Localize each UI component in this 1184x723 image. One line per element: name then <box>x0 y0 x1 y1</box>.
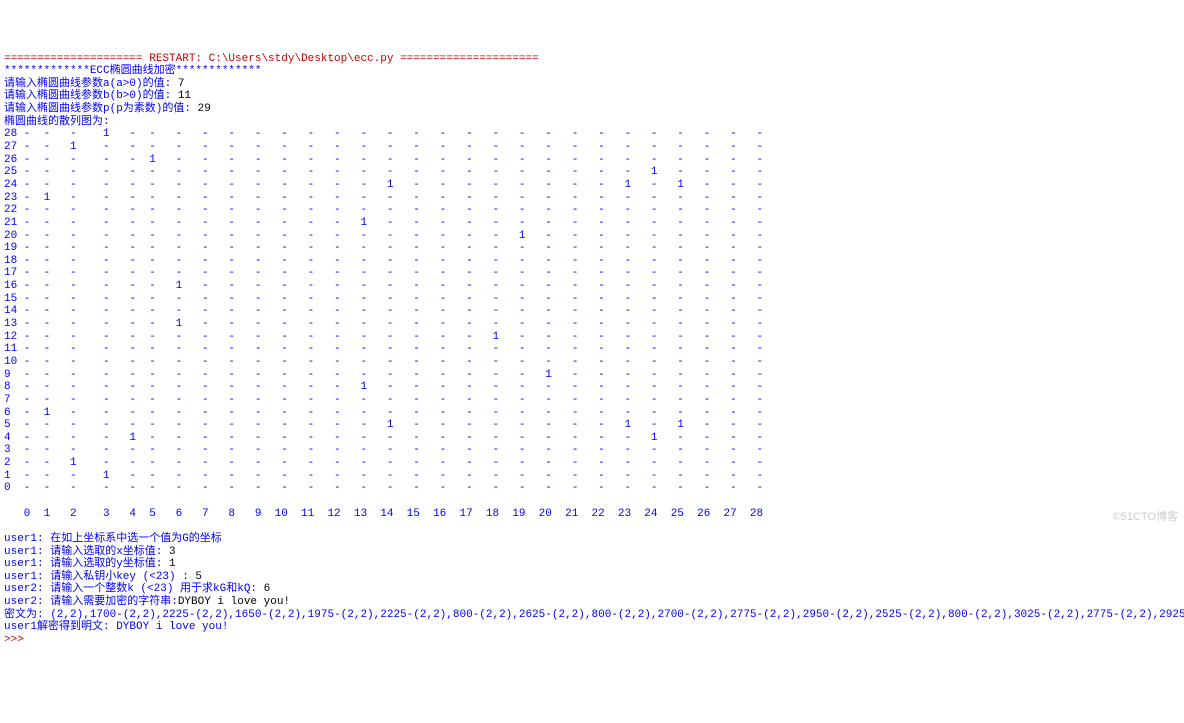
user1-y-val: 1 <box>169 558 176 570</box>
user1-x-val: 3 <box>169 546 176 558</box>
user1-key-prompt: user1: 请输入私钥小key (<23) : <box>4 571 195 583</box>
scatter-title: 椭圆曲线的散列图为: <box>4 116 110 128</box>
input-b: 11 <box>178 90 191 102</box>
scatter-row-6: 6 - 1 - - - - - - - - - - - - - - - - - … <box>4 407 763 419</box>
user1-choose-g: user1: 在如上坐标系中选一个值为G的坐标 <box>4 533 222 545</box>
scatter-row-3: 3 - - - - - - - - - - - - - - - - - - - … <box>4 444 763 456</box>
scatter-row-9: 9 - - - - - - - - - - - - - - - - - - - … <box>4 369 763 381</box>
user1-key-val: 5 <box>195 571 202 583</box>
python-idle-shell: ===================== RESTART: C:\Users\… <box>4 53 1180 647</box>
scatter-row-0: 0 - - - - - - - - - - - - - - - - - - - … <box>4 482 763 494</box>
input-p: 29 <box>198 103 211 115</box>
axis-spacer <box>4 495 11 507</box>
scatter-row-27: 27 - - 1 - - - - - - - - - - - - - - - -… <box>4 141 763 153</box>
user1-y-prompt: user1: 请输入选取的y坐标值: <box>4 558 169 570</box>
scatter-row-12: 12 - - - - - - - - - - - - - - - - - - 1… <box>4 331 763 343</box>
scatter-row-21: 21 - - - - - - - - - - - - - 1 - - - - -… <box>4 217 763 229</box>
prompt-b: 请输入椭圆曲线参数b(b>0)的值: <box>4 90 178 102</box>
prompt-p: 请输入椭圆曲线参数p(p为素数)的值: <box>4 103 198 115</box>
scatter-row-1: 1 - - - 1 - - - - - - - - - - - - - - - … <box>4 470 763 482</box>
scatter-row-2: 2 - - 1 - - - - - - - - - - - - - - - - … <box>4 457 763 469</box>
user1-x-prompt: user1: 请输入选取的x坐标值: <box>4 546 169 558</box>
scatter-row-4: 4 - - - - 1 - - - - - - - - - - - - - - … <box>4 432 763 444</box>
plain-output: user1解密得到明文: DYBOY i love you! <box>4 621 228 633</box>
idle-prompt[interactable]: >>> <box>4 634 30 646</box>
scatter-row-28: 28 - - - 1 - - - - - - - - - - - - - - -… <box>4 128 763 140</box>
user2-str-prompt: user2: 请输入需要加密的字符串: <box>4 596 178 608</box>
scatter-row-19: 19 - - - - - - - - - - - - - - - - - - -… <box>4 242 763 254</box>
scatter-row-17: 17 - - - - - - - - - - - - - - - - - - -… <box>4 267 763 279</box>
watermark-text: ©51CTO博客 <box>1113 511 1178 524</box>
scatter-row-5: 5 - - - - - - - - - - - - - - 1 - - - - … <box>4 419 763 431</box>
scatter-row-11: 11 - - - - - - - - - - - - - - - - - - -… <box>4 343 763 355</box>
input-a: 7 <box>178 78 185 90</box>
blank-line <box>4 520 11 532</box>
scatter-row-25: 25 - - - - - - - - - - - - - - - - - - -… <box>4 166 763 178</box>
scatter-row-8: 8 - - - - - - - - - - - - - 1 - - - - - … <box>4 381 763 393</box>
scatter-row-7: 7 - - - - - - - - - - - - - - - - - - - … <box>4 394 763 406</box>
x-axis: 0 1 2 3 4 5 6 7 8 9 10 11 12 13 14 15 16… <box>4 508 763 520</box>
prompt-a: 请输入椭圆曲线参数a(a>0)的值: <box>4 78 178 90</box>
user2-str-val: DYBOY i love you! <box>178 596 290 608</box>
scatter-row-22: 22 - - - - - - - - - - - - - - - - - - -… <box>4 204 763 216</box>
scatter-row-10: 10 - - - - - - - - - - - - - - - - - - -… <box>4 356 763 368</box>
user2-k-val: 6 <box>264 583 271 595</box>
user2-k-prompt: user2: 请输入一个整数k (<23) 用于求kG和kQ: <box>4 583 264 595</box>
scatter-row-26: 26 - - - - - 1 - - - - - - - - - - - - -… <box>4 154 763 166</box>
scatter-row-13: 13 - - - - - - 1 - - - - - - - - - - - -… <box>4 318 763 330</box>
scatter-row-14: 14 - - - - - - - - - - - - - - - - - - -… <box>4 305 763 317</box>
scatter-row-23: 23 - 1 - - - - - - - - - - - - - - - - -… <box>4 192 763 204</box>
scatter-row-16: 16 - - - - - - 1 - - - - - - - - - - - -… <box>4 280 763 292</box>
restart-banner: ===================== RESTART: C:\Users\… <box>4 53 539 65</box>
scatter-row-15: 15 - - - - - - - - - - - - - - - - - - -… <box>4 293 763 305</box>
scatter-row-24: 24 - - - - - - - - - - - - - - 1 - - - -… <box>4 179 763 191</box>
cipher-output: 密文为: (2,2),1700-(2,2),2225-(2,2),1650-(2… <box>4 609 1184 621</box>
ecc-title: *************ECC椭圆曲线加密************* <box>4 65 261 77</box>
scatter-row-18: 18 - - - - - - - - - - - - - - - - - - -… <box>4 255 763 267</box>
scatter-row-20: 20 - - - - - - - - - - - - - - - - - - -… <box>4 230 763 242</box>
